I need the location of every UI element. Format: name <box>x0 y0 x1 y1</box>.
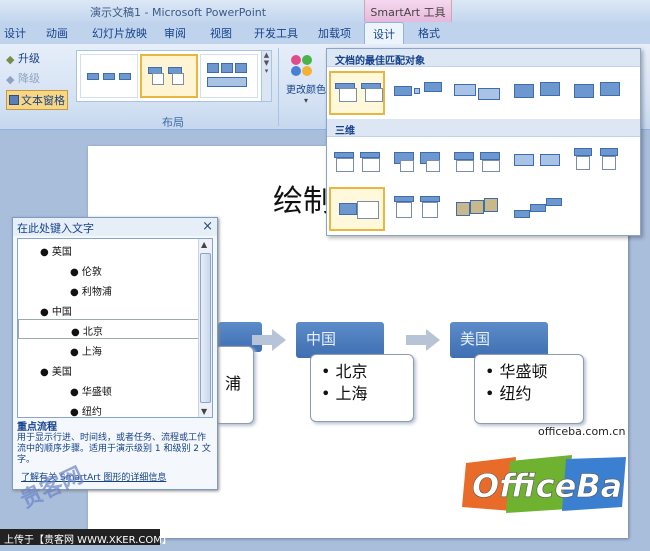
text-pane-scrollbar[interactable]: ▲ ▼ <box>198 239 212 417</box>
layout-thumb-basic-process[interactable] <box>80 54 138 98</box>
process-box-head-3[interactable]: 美国 <box>450 322 548 358</box>
list-item[interactable]: ● 美国 <box>40 363 72 378</box>
layout-option[interactable] <box>449 141 505 185</box>
group-separator <box>278 48 279 126</box>
list-item[interactable]: ● 华盛顿 <box>70 383 112 398</box>
process-box-head-2[interactable]: 中国 <box>296 322 384 358</box>
text-pane: 在此处键入文字 × ● 英国 ● 伦敦 ● 利物浦 ● 中国 ● 北京 ● 上海… <box>12 217 218 490</box>
tab-addins[interactable]: 加载项 <box>318 25 351 41</box>
scroll-up-icon[interactable]: ▲ <box>201 240 207 249</box>
officeba-logo: OfficeBa <box>462 455 630 513</box>
layout-option[interactable] <box>329 141 385 185</box>
tab-slideshow[interactable]: 幻灯片放映 <box>92 25 147 41</box>
layout-option[interactable] <box>569 141 625 185</box>
layout-description-text: 用于显示行进、时间线，或者任务、流程或工作流中的顺序步骤。适用于演示级别 1 和… <box>17 433 211 465</box>
layout-option[interactable] <box>509 71 565 115</box>
demote-button[interactable]: ◆ 降级 <box>6 70 40 86</box>
layout-option[interactable] <box>509 187 565 231</box>
gallery-scroll[interactable]: ▲ ▼ ▾ <box>261 51 271 101</box>
list-item[interactable]: ● 纽约 <box>70 403 102 417</box>
process-arrow-1 <box>252 329 286 351</box>
list-item[interactable]: ● 中国 <box>40 303 72 318</box>
promote-label: 升级 <box>18 52 40 65</box>
layout-dropdown: 文档的最佳匹配对象 三维 <box>326 48 641 236</box>
tab-developer[interactable]: 开发工具 <box>254 25 298 41</box>
list-item-selected[interactable]: ● 北京 <box>18 319 200 339</box>
promote-icon: ◆ <box>6 53 15 66</box>
text-pane-list[interactable]: ● 英国 ● 伦敦 ● 利物浦 ● 中国 ● 北京 ● 上海 ● 美国 ● 华盛… <box>17 238 213 418</box>
slide-title[interactable]: 绘制 <box>273 176 333 220</box>
text-pane-title: 在此处键入文字 <box>13 218 217 236</box>
tab-smartart-design[interactable]: 设计 <box>364 22 404 44</box>
scroll-thumb[interactable] <box>200 253 211 403</box>
process-box-body-3[interactable]: • 华盛顿 • 纽约 <box>474 354 584 424</box>
text-pane-button[interactable]: 文本窗格 <box>6 90 68 110</box>
change-colors-label: 更改颜色 <box>286 85 326 96</box>
layout-description: 重点流程 用于显示行进、时间线，或者任务、流程或工作流中的顺序步骤。适用于演示级… <box>17 422 213 474</box>
tab-animation[interactable]: 动画 <box>46 25 68 41</box>
process-box-body-1[interactable]: 浦 <box>214 346 254 424</box>
window-title: 演示文稿1 - Microsoft PowerPoint <box>90 6 267 19</box>
tab-format[interactable]: 格式 <box>418 25 440 41</box>
watermark-footer: 上传于【贵客网 WWW.XKER.COM】 <box>0 529 172 546</box>
layout-option[interactable] <box>449 187 505 231</box>
palette-icon <box>291 55 312 76</box>
ribbon-tabs: 设计 动画 幻灯片放映 审阅 视图 开发工具 加载项 设计 格式 <box>0 22 650 44</box>
layout-option[interactable] <box>329 187 385 231</box>
box-item: • 纽约 <box>485 384 532 403</box>
layout-option[interactable] <box>389 187 445 231</box>
layout-thumb-accent-process[interactable] <box>140 54 198 98</box>
change-colors-button[interactable]: 更改颜色 ▾ <box>286 52 326 110</box>
layout-option[interactable] <box>389 71 445 115</box>
box-item: • 上海 <box>321 384 368 403</box>
box-item: • 华盛顿 <box>485 362 548 381</box>
chevron-down-icon: ▾ <box>303 96 308 105</box>
list-item[interactable]: ● 上海 <box>70 343 102 358</box>
layout-thumb-continuous-block[interactable] <box>200 54 258 98</box>
list-item[interactable]: ● 英国 <box>40 243 72 258</box>
tab-review[interactable]: 审阅 <box>164 25 186 41</box>
layout-group-label: 布局 <box>162 116 184 129</box>
layout-description-title: 重点流程 <box>17 422 57 433</box>
box-item: • 北京 <box>321 362 368 381</box>
list-item[interactable]: ● 伦敦 <box>70 263 102 278</box>
section-best-match: 文档的最佳匹配对象 <box>327 49 640 67</box>
text-pane-label: 文本窗格 <box>21 94 65 107</box>
scroll-down-icon[interactable]: ▼ <box>201 407 207 416</box>
text-pane-icon <box>9 95 19 105</box>
process-arrow-2 <box>406 329 440 351</box>
smartart-tools-header: SmartArt 工具 <box>364 0 452 22</box>
demote-icon: ◆ <box>6 73 15 86</box>
tab-view[interactable]: 视图 <box>210 25 232 41</box>
box-item: 浦 <box>225 374 242 393</box>
svg-text:OfficeBa: OfficeBa <box>472 467 622 505</box>
layout-option[interactable] <box>449 71 505 115</box>
layout-option[interactable] <box>389 141 445 185</box>
section-3d: 三维 <box>327 119 640 137</box>
promote-button[interactable]: ◆ 升级 <box>6 50 40 66</box>
list-item[interactable]: ● 利物浦 <box>70 283 112 298</box>
process-box-body-2[interactable]: • 北京 • 上海 <box>310 354 414 422</box>
layout-gallery: ▲ ▼ ▾ <box>76 50 272 102</box>
close-icon[interactable]: × <box>202 219 213 234</box>
layout-option[interactable] <box>569 71 625 115</box>
demote-label: 降级 <box>18 72 40 85</box>
tab-design[interactable]: 设计 <box>4 25 26 41</box>
title-bar: 演示文稿1 - Microsoft PowerPoint SmartArt 工具 <box>0 0 650 22</box>
layout-option[interactable] <box>329 71 385 115</box>
layout-option[interactable] <box>509 141 565 185</box>
watermark-site: officeba.com.cn <box>538 425 626 438</box>
